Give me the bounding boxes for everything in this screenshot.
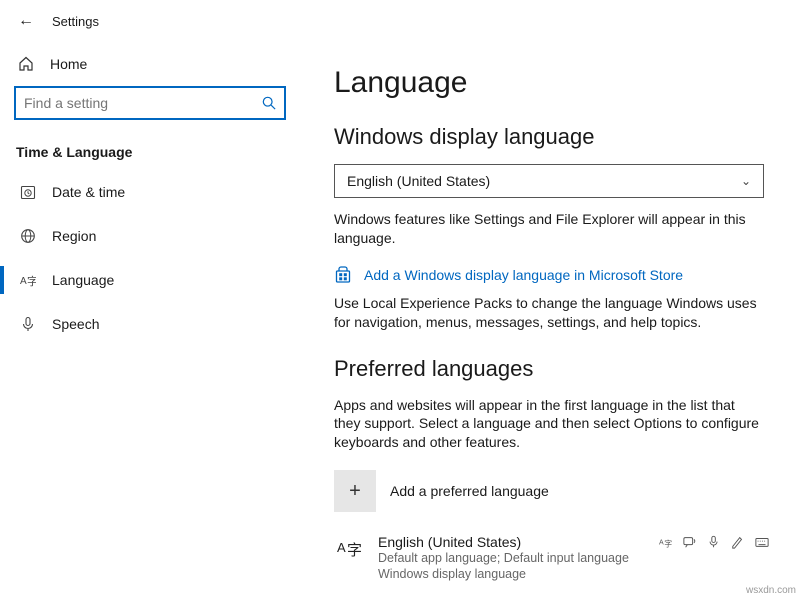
clock-icon	[20, 184, 38, 200]
search-icon	[262, 96, 276, 110]
svg-text:A: A	[659, 540, 664, 547]
add-preferred-label: Add a preferred language	[390, 483, 549, 499]
page-title: Language	[334, 66, 772, 100]
preferred-language-item[interactable]: A字 English (United States) Default app l…	[334, 530, 772, 587]
language-icon: A字	[20, 272, 38, 288]
svg-text:字: 字	[347, 542, 362, 559]
sidebar-section-label: Time & Language	[14, 138, 286, 170]
microphone-icon	[20, 316, 38, 332]
nav-home-label: Home	[50, 56, 87, 72]
svg-text:A: A	[20, 276, 27, 287]
speech-feature-icon	[706, 534, 722, 550]
search-box[interactable]	[14, 86, 286, 120]
keyboard-feature-icon	[754, 534, 770, 550]
sidebar-item-date-time[interactable]: Date & time	[14, 170, 286, 214]
back-icon[interactable]: ←	[18, 12, 42, 30]
svg-text:A: A	[337, 540, 346, 555]
add-preferred-language[interactable]: + Add a preferred language	[334, 470, 772, 512]
display-lang-feature-icon: A字	[658, 534, 674, 550]
feature-icons: A字	[658, 534, 770, 550]
store-link-row[interactable]: Add a Windows display language in Micros…	[334, 266, 772, 284]
titlebar: ← Settings	[0, 0, 800, 42]
nav-home[interactable]: Home	[14, 48, 286, 86]
sidebar-item-speech[interactable]: Speech	[14, 302, 286, 346]
sidebar-item-label: Language	[52, 272, 114, 288]
tts-feature-icon	[682, 534, 698, 550]
sidebar-item-label: Region	[52, 228, 96, 244]
svg-text:字: 字	[27, 274, 36, 288]
app-title: Settings	[52, 14, 99, 29]
language-glyph-icon: A字	[336, 536, 364, 564]
search-input[interactable]	[24, 95, 262, 111]
preferred-language-name: English (United States)	[378, 534, 644, 550]
packs-desc: Use Local Experience Packs to change the…	[334, 294, 764, 332]
store-link-text[interactable]: Add a Windows display language in Micros…	[364, 267, 683, 283]
display-language-dropdown[interactable]: English (United States) ⌄	[334, 164, 764, 198]
main-content: Language Windows display language Englis…	[300, 42, 800, 598]
globe-icon	[20, 228, 38, 244]
handwriting-feature-icon	[730, 534, 746, 550]
chevron-down-icon: ⌄	[741, 174, 751, 188]
store-icon	[334, 266, 352, 284]
sidebar-item-label: Speech	[52, 316, 99, 332]
sidebar-item-label: Date & time	[52, 184, 125, 200]
section-preferred-heading: Preferred languages	[334, 356, 772, 382]
preferred-language-sub1: Default app language; Default input lang…	[378, 550, 644, 566]
svg-text:字: 字	[664, 539, 672, 549]
preferred-language-sub2: Windows display language	[378, 566, 644, 582]
home-icon	[18, 56, 36, 72]
watermark: wsxdn.com	[746, 585, 796, 596]
preferred-desc: Apps and websites will appear in the fir…	[334, 396, 764, 453]
plus-icon: +	[334, 470, 376, 512]
sidebar-item-language[interactable]: A字 Language	[14, 258, 286, 302]
sidebar-item-region[interactable]: Region	[14, 214, 286, 258]
display-language-value: English (United States)	[347, 173, 490, 189]
section-display-heading: Windows display language	[334, 124, 772, 150]
sidebar: Home Time & Language Date & time Region …	[0, 42, 300, 598]
display-language-desc: Windows features like Settings and File …	[334, 210, 764, 248]
